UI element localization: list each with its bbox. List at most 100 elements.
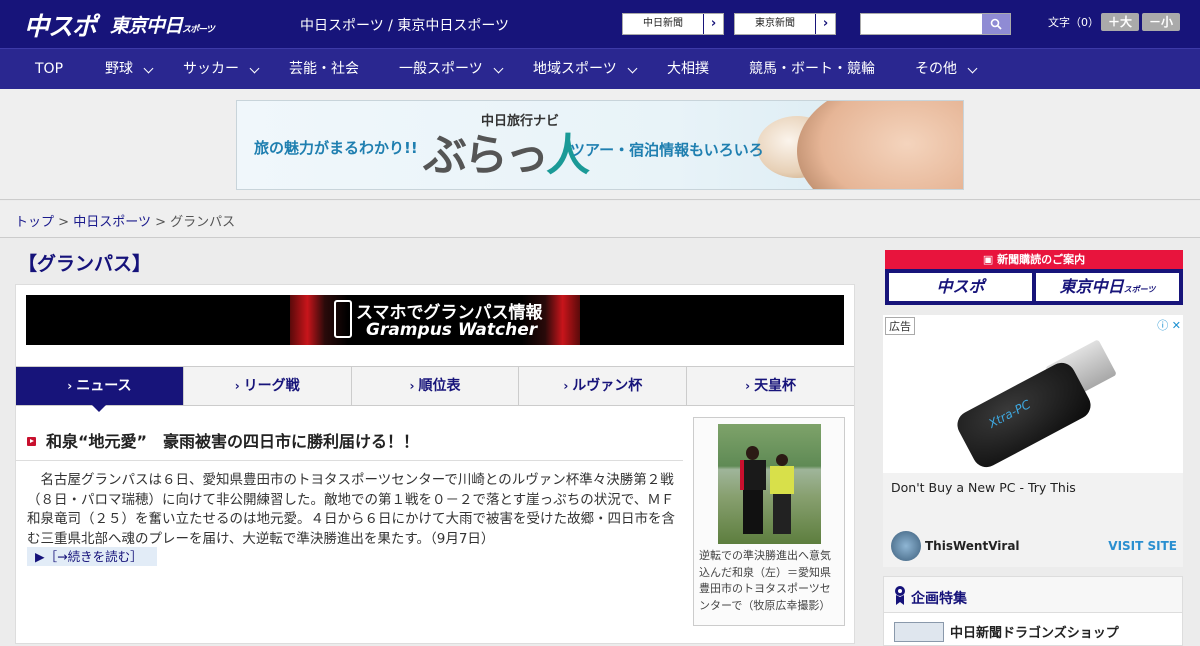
subscription-heading-text: 新聞購読のご案内	[997, 253, 1086, 266]
breadcrumb-separator: >	[155, 215, 166, 230]
breadcrumb-current: グランパス	[170, 215, 236, 230]
breadcrumb-section[interactable]: 中日スポーツ	[73, 215, 151, 230]
subscribe-tokyo-small: スポーツ	[1123, 285, 1156, 294]
promo-line2: Grampus Watcher	[366, 320, 538, 340]
nav-item-top[interactable]: TOP	[35, 49, 63, 90]
feature-thumbnail[interactable]	[894, 622, 944, 642]
player-figure	[740, 446, 766, 536]
nav-item-racing[interactable]: 競馬・ボート・競輪	[749, 49, 875, 90]
chuspo-logo[interactable]: 中スポ	[24, 7, 97, 43]
search-input[interactable]	[860, 13, 1011, 35]
font-smaller-button[interactable]: －小	[1142, 13, 1180, 31]
chevron-right-icon: ›	[745, 379, 751, 393]
page-title: 【グランパス】	[18, 253, 152, 275]
tab-emperors-cup[interactable]: › 天皇杯	[687, 367, 854, 405]
chevron-right-icon: ›	[409, 379, 415, 393]
visit-site-button[interactable]: VISIT SITE	[1108, 539, 1177, 553]
nav-label: 競馬・ボート・競輪	[749, 61, 875, 77]
nav-label: サッカー	[183, 61, 239, 77]
advertiser-logo-icon	[891, 531, 921, 561]
tab-label: 順位表	[418, 378, 461, 394]
banner-right-text: ツアー・宿泊情報もいろいろ	[570, 141, 764, 159]
ticket-icon: ▣	[982, 253, 998, 266]
chevron-right-icon: ›	[234, 379, 240, 393]
nav-item-baseball[interactable]: 野球	[105, 49, 154, 90]
site-name[interactable]: 中日スポーツ / 東京中日スポーツ	[300, 15, 509, 35]
top-header: 中スポ 東京中日スポーツ 中日スポーツ / 東京中日スポーツ 中日新聞 › 東京…	[0, 0, 1200, 48]
player-figure	[770, 454, 794, 536]
subscribe-chuspo-button[interactable]: 中スポ	[889, 273, 1032, 301]
smartphone-icon	[334, 300, 352, 338]
banner-left-text: 旅の魅力がまるわかり!!	[254, 139, 418, 157]
chevron-right-icon: ›	[563, 379, 569, 393]
banner-brand-a: ぶらっ	[423, 130, 549, 181]
tokyo-logo-small: スポーツ	[182, 25, 215, 35]
triangle-right-icon: ▶	[35, 549, 45, 564]
tokyo-chunichi-logo[interactable]: 東京中日スポーツ	[110, 11, 215, 38]
feature-box: 企画特集 中日新聞ドラゴンズショップ	[883, 576, 1183, 646]
photo-box: 逆転での準決勝進出へ意気込んだ和泉（左）＝愛知県豊田市のトヨタスポーツセンターで…	[693, 417, 845, 626]
ad-title[interactable]: Don't Buy a New PC - Try This	[891, 480, 1076, 495]
headline-divider	[16, 460, 683, 461]
breadcrumb: トップ > 中日スポーツ > グランパス	[15, 211, 235, 230]
nav-label: 芸能・社会	[289, 61, 359, 77]
read-more-label: ［→続きを読む］	[44, 549, 143, 564]
subscription-heading: ▣ 新聞購読のご案内	[885, 250, 1183, 269]
tab-label: ニュース	[76, 378, 132, 394]
subscribe-tokyo-button[interactable]: 東京中日スポーツ	[1036, 273, 1179, 301]
breadcrumb-home[interactable]: トップ	[15, 215, 54, 230]
chunichi-shimbun-label: 中日新聞	[643, 18, 683, 29]
feature-item[interactable]: 中日新聞ドラゴンズショップ	[950, 622, 1119, 641]
nav-item-general-sports[interactable]: 一般スポーツ	[399, 49, 504, 90]
nav-item-soccer[interactable]: サッカー	[183, 49, 260, 90]
tab-label: リーグ戦	[243, 378, 300, 394]
woman-image	[797, 101, 963, 189]
chevron-right-icon: ›	[67, 379, 73, 393]
nav-item-entertainment[interactable]: 芸能・社会	[289, 49, 359, 90]
play-icon	[27, 437, 36, 446]
grampus-watcher-banner[interactable]: スマホでグランパス情報 Grampus Watcher	[26, 295, 844, 345]
nav-item-other[interactable]: その他	[915, 49, 978, 90]
tab-label: ルヴァン杯	[572, 378, 643, 394]
article-body: 名古屋グランパスは６日、愛知県豊田市のトヨタスポーツセンターで川崎とのルヴァン杯…	[27, 472, 675, 547]
chevron-down-icon	[627, 63, 638, 74]
search-button[interactable]	[982, 14, 1010, 34]
travel-banner[interactable]: 中日旅行ナビ 旅の魅力がまるわかり!! ぶらっ人 ツアー・宿泊情報もいろいろ	[236, 100, 964, 190]
read-more-link[interactable]: ▶［→続きを読む］	[27, 547, 157, 566]
nav-label: 一般スポーツ	[399, 61, 483, 77]
font-size-label: 文字（0）	[1048, 16, 1099, 29]
ad-label: 広告	[885, 317, 915, 335]
chevron-down-icon	[493, 63, 504, 74]
feature-title: 企画特集	[911, 591, 967, 607]
nav-item-regional-sports[interactable]: 地域スポーツ	[533, 49, 638, 90]
section-tabs: › ニュース › リーグ戦 › 順位表 › ルヴァン杯 › 天皇杯	[16, 366, 854, 412]
nav-label: TOP	[35, 61, 64, 77]
nav-label: 野球	[105, 61, 133, 77]
tokyo-shimbun-link[interactable]: 東京新聞 ›	[734, 13, 836, 35]
ad-image[interactable]: Xtra-PC 広告 ⓘ ✕	[883, 315, 1183, 473]
article-photo[interactable]	[718, 424, 821, 544]
tab-levain-cup[interactable]: › ルヴァン杯	[519, 367, 688, 405]
usb-body	[952, 357, 1096, 473]
tab-label: 天皇杯	[754, 378, 797, 394]
ad-choices-icon[interactable]: ⓘ ✕	[1153, 317, 1181, 332]
main-content: スマホでグランパス情報 Grampus Watcher › ニュース › リーグ戦 …	[15, 284, 855, 644]
chunichi-shimbun-link[interactable]: 中日新聞 ›	[622, 13, 724, 35]
tab-news[interactable]: › ニュース	[16, 367, 184, 412]
font-larger-button[interactable]: ＋大	[1101, 13, 1139, 31]
photo-caption: 逆転での準決勝進出へ意気込んだ和泉（左）＝愛知県豊田市のトヨタスポーツセンターで…	[699, 549, 831, 612]
chevron-down-icon	[143, 63, 154, 74]
nav-label: その他	[915, 61, 957, 77]
tab-standings[interactable]: › 順位表	[352, 367, 520, 405]
banner-brand: ぶらっ人	[423, 119, 590, 183]
nav-item-sumo[interactable]: 大相撲	[667, 49, 709, 90]
top-banner-area: 中日旅行ナビ 旅の魅力がまるわかり!! ぶらっ人 ツアー・宿泊情報もいろいろ	[0, 89, 1200, 200]
breadcrumb-bar: トップ > 中日スポーツ > グランパス	[0, 201, 1200, 238]
search-icon	[990, 18, 1002, 30]
chevron-down-icon	[967, 63, 978, 74]
tab-league[interactable]: › リーグ戦	[184, 367, 352, 405]
article-headline[interactable]: 和泉“地元愛” 豪雨被害の四日市に勝利届ける！！	[46, 428, 419, 452]
chevron-right-icon: ›	[703, 14, 723, 34]
chevron-right-icon: ›	[815, 14, 835, 34]
sidebar-ad[interactable]: Xtra-PC 広告 ⓘ ✕ Don't Buy a New PC - Try …	[883, 315, 1183, 567]
